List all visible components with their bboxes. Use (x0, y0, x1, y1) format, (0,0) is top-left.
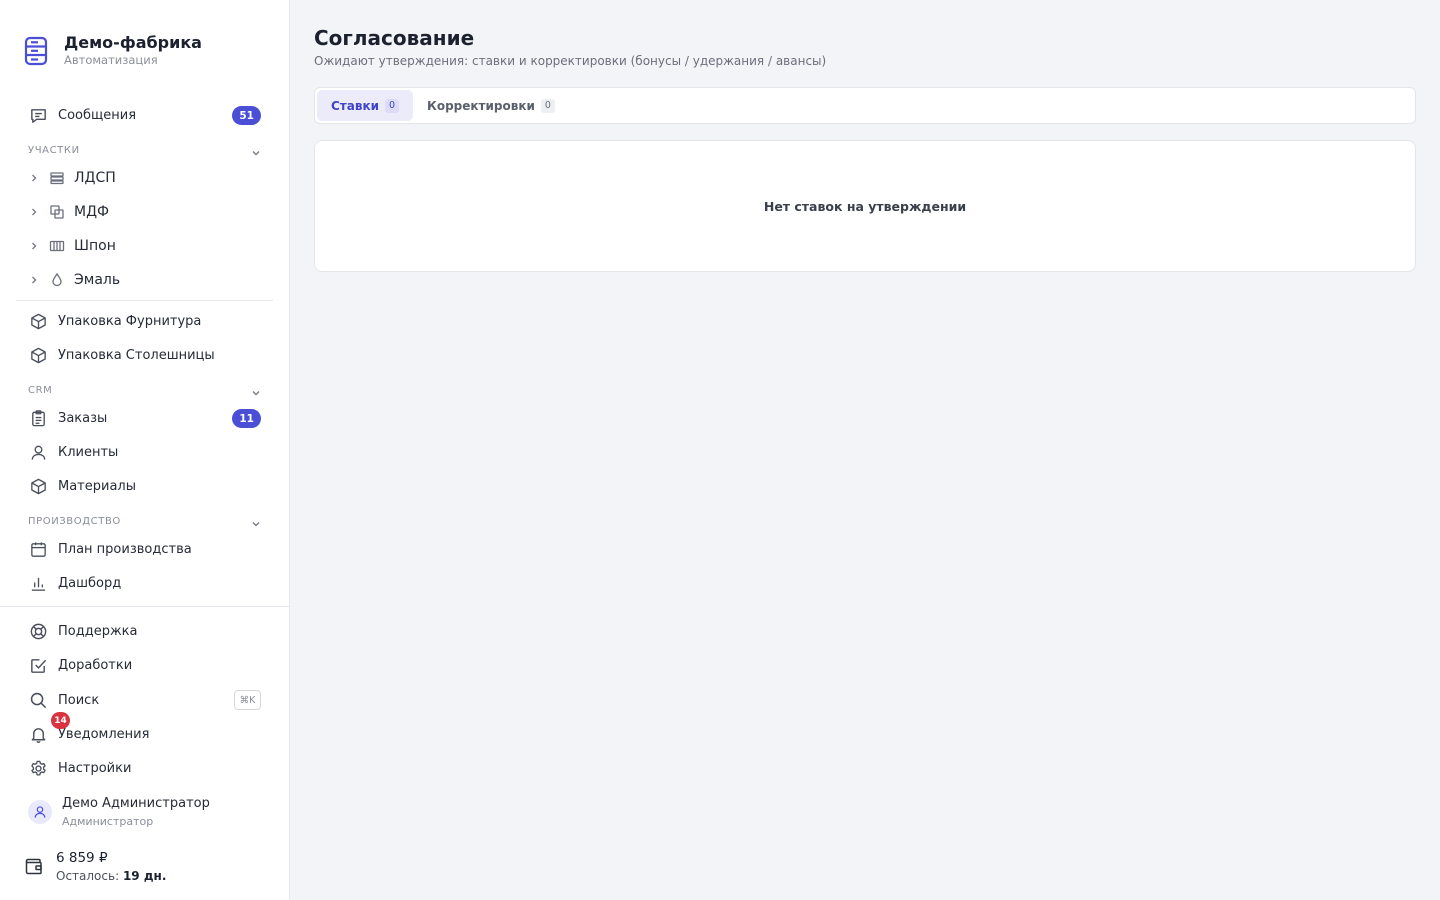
tab-rates[interactable]: Ставки 0 (317, 90, 414, 121)
sidebar-item-orders[interactable]: Заказы 11 (16, 403, 273, 433)
sidebar-item-dashboard[interactable]: Дашборд (16, 568, 273, 598)
sidebar-item-packaging-fittings[interactable]: Упаковка Фурнитура (16, 306, 273, 336)
search-shortcut-hint: ⌘K (234, 690, 261, 710)
stripes-icon (49, 238, 65, 254)
sidebar-item-label: Шпон (74, 238, 116, 254)
user-role: Администратор (62, 814, 154, 828)
sidebar-item-packaging-countertops[interactable]: Упаковка Столешницы (16, 340, 273, 370)
sidebar-item-label: ЛДСП (74, 170, 116, 186)
user-profile[interactable]: Демо Администратор Администратор (28, 792, 268, 832)
section-areas-toggle[interactable]: Участки (28, 142, 262, 158)
server-stack-icon (24, 36, 48, 66)
drop-icon (49, 272, 65, 288)
chevron-down-icon (250, 515, 262, 527)
avatar (28, 800, 52, 824)
bar-chart-icon (28, 573, 48, 593)
sidebar-item-improvements[interactable]: Доработки (16, 650, 273, 680)
chat-icon (28, 105, 48, 125)
chevron-down-icon (250, 144, 262, 156)
sidebar-item-label: Заказы (58, 410, 108, 426)
sidebar-item-settings[interactable]: Настройки (16, 753, 273, 783)
sidebar-item-clients[interactable]: Клиенты (16, 437, 273, 467)
sidebar-item-label: Поиск (58, 692, 100, 708)
sidebar-item-support[interactable]: Поддержка (16, 616, 273, 646)
sidebar-item-label: Настройки (58, 760, 132, 776)
section-label: Производство (28, 515, 121, 527)
section-crm-toggle[interactable]: CRM (28, 382, 262, 398)
lifebuoy-icon (28, 621, 48, 641)
sidebar-item-label: Материалы (58, 478, 136, 494)
tab-label: Корректировки (427, 98, 535, 113)
box-icon (28, 311, 48, 331)
sidebar-item-materials[interactable]: Материалы (16, 471, 273, 501)
layers-icon (49, 170, 65, 186)
sidebar-item-label: Доработки (58, 657, 133, 673)
remaining-label: Осталось: (56, 869, 120, 883)
sidebar-item-label: План производства (58, 541, 192, 557)
tab-count-badge: 0 (385, 98, 400, 113)
sidebar-item-label: Упаковка Столешницы (58, 347, 215, 363)
sidebar-item-search[interactable]: Поиск ⌘K (16, 685, 273, 715)
sidebar-item-label: Поддержка (58, 623, 138, 639)
sidebar-item-mdf[interactable]: МДФ (16, 197, 273, 227)
bell-icon (28, 724, 48, 744)
sidebar: Демо-фабрика Автоматизация Сообщения 51 … (0, 0, 290, 900)
wallet-icon (24, 856, 44, 876)
messages-count-badge: 51 (232, 106, 261, 125)
user-icon (28, 442, 48, 462)
sidebar-item-label: Уведомления (58, 726, 150, 742)
orders-count-badge: 11 (232, 409, 261, 428)
divider (0, 606, 289, 607)
sidebar-item-notifications[interactable]: 14 Уведомления (16, 712, 273, 749)
brand-title: Демо-фабрика (64, 33, 202, 52)
section-label: CRM (28, 384, 53, 396)
calendar-icon (28, 539, 48, 559)
notifications-count-badge: 14 (51, 712, 70, 729)
chevron-right-icon (28, 172, 40, 184)
sidebar-item-label: Упаковка Фурнитура (58, 313, 202, 329)
divider (16, 300, 273, 301)
chevron-right-icon (28, 206, 40, 218)
cube-icon (28, 476, 48, 496)
tab-count-badge: 0 (540, 98, 555, 113)
sidebar-item-label: МДФ (74, 204, 110, 220)
brand[interactable]: Демо-фабрика Автоматизация (24, 34, 202, 68)
sidebar-item-ldsp[interactable]: ЛДСП (16, 163, 273, 193)
section-label: Участки (28, 144, 80, 156)
sidebar-item-label: Сообщения (58, 107, 137, 123)
sidebar-item-label: Клиенты (58, 444, 119, 460)
sidebar-item-enamel[interactable]: Эмаль (16, 265, 273, 295)
brand-subtitle: Автоматизация (64, 53, 158, 67)
balance-widget[interactable]: 6 859 ₽ Осталось: 19 дн. (24, 848, 264, 888)
sidebar-item-label: Дашборд (58, 575, 122, 591)
checkbox-icon (28, 655, 48, 675)
sidebar-item-veneer[interactable]: Шпон (16, 231, 273, 261)
empty-state-message: Нет ставок на утверждении (763, 198, 967, 214)
sidebar-item-label: Эмаль (74, 272, 121, 288)
user-name: Демо Администратор (62, 795, 210, 811)
sidebar-item-production-plan[interactable]: План производства (16, 534, 273, 564)
tab-label: Ставки (331, 98, 380, 113)
gear-icon (28, 758, 48, 778)
page-title: Согласование (314, 26, 475, 50)
empty-state-card: Нет ставок на утверждении (314, 140, 1416, 272)
chevron-right-icon (28, 274, 40, 286)
balance-remaining: Осталось: 19 дн. (56, 868, 166, 884)
tab-adjustments[interactable]: Корректировки 0 (413, 90, 569, 121)
clipboard-icon (28, 408, 48, 428)
page-subtitle: Ожидают утверждения: ставки и корректиро… (314, 54, 827, 68)
chevron-down-icon (250, 384, 262, 396)
chevron-right-icon (28, 240, 40, 252)
remaining-value: 19 дн. (122, 869, 167, 883)
balance-amount: 6 859 ₽ (56, 850, 108, 866)
box-icon (28, 345, 48, 365)
section-production-toggle[interactable]: Производство (28, 513, 262, 529)
tab-bar: Ставки 0 Корректировки 0 (314, 87, 1416, 124)
search-icon (28, 690, 48, 710)
copy-squares-icon (49, 204, 65, 220)
sidebar-item-messages[interactable]: Сообщения 51 (16, 100, 273, 130)
